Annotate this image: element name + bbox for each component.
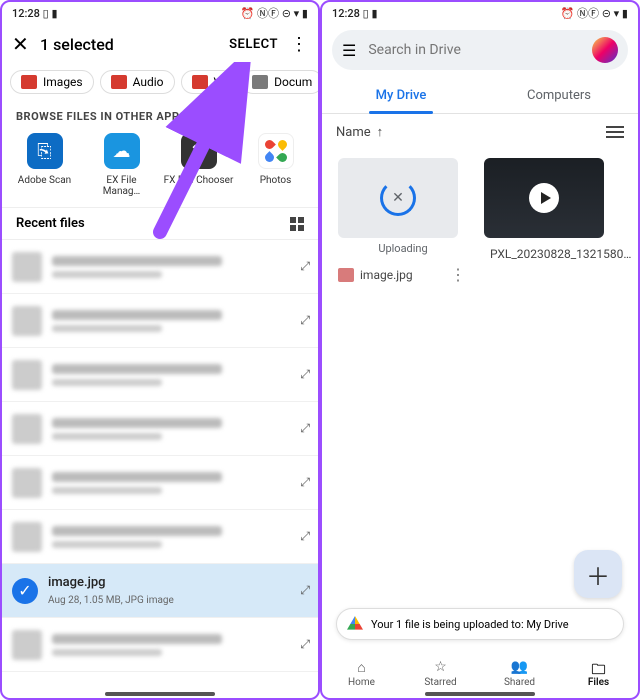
chip-documents[interactable]: Docum — [241, 70, 318, 94]
account-avatar[interactable] — [592, 37, 618, 63]
new-fab[interactable]: ＋ — [574, 550, 622, 598]
selection-count: 1 selected — [40, 35, 229, 54]
picker-header: ✕ 1 selected SELECT ⋮ — [2, 24, 318, 64]
recent-files-header: Recent files — [2, 207, 318, 239]
sort-arrow-icon: ↑ — [377, 124, 384, 140]
expand-icon[interactable]: ⤢ — [300, 313, 308, 328]
search-input[interactable] — [368, 42, 592, 58]
bottom-nav: ⌂Home ☆Starred 👥Shared 🗀Files — [322, 653, 638, 690]
tab-computers[interactable]: Computers — [480, 76, 638, 113]
folder-icon: 🗀 — [569, 659, 629, 675]
file-name: image.jpg — [360, 268, 442, 282]
sort-by: Name — [336, 125, 371, 140]
check-icon: ✓ — [12, 578, 38, 604]
upload-cancel-icon[interactable] — [380, 180, 416, 216]
status-bar: 12:28 ▯ ▮ ⏰ ⓃⒻ ⊝ ▾ ▮ — [2, 2, 318, 24]
app-photos[interactable]: Photos — [241, 133, 311, 197]
chip-audio[interactable]: Audio — [100, 70, 175, 94]
status-left-icons: ▯ ▮ — [43, 7, 58, 20]
upload-thumb — [338, 158, 458, 238]
recent-files-list[interactable]: ⤢ ⤢ ⤢ ⤢ ⤢ ⤢ ✓ image.jpg Aug 28, 1.05 MB,… — [2, 239, 318, 672]
list-item-selected[interactable]: ✓ image.jpg Aug 28, 1.05 MB, JPG image ⤢ — [2, 564, 318, 618]
app-ex-file[interactable]: ☁EX File Manag… — [87, 133, 157, 197]
expand-icon[interactable]: ⤢ — [300, 475, 308, 490]
other-apps-row: ⎘Adobe Scan ☁EX File Manag… ✖FX File Cho… — [2, 129, 318, 207]
nav-files[interactable]: 🗀Files — [569, 659, 629, 688]
file-picker-screen: 12:28 ▯ ▮ ⏰ ⓃⒻ ⊝ ▾ ▮ ✕ 1 selected SELECT… — [0, 0, 320, 700]
audio-icon — [111, 75, 127, 89]
list-item[interactable]: ⤢ — [2, 618, 318, 672]
play-icon — [529, 183, 559, 213]
more-icon[interactable]: ⋮ — [290, 34, 308, 55]
file-meta: Aug 28, 1.05 MB, JPG image — [48, 595, 300, 606]
list-item[interactable]: ⤢ — [2, 402, 318, 456]
menu-icon[interactable]: ☰ — [342, 41, 356, 60]
gesture-bar — [425, 692, 535, 696]
list-item[interactable]: ⤢ — [2, 510, 318, 564]
nav-shared[interactable]: 👥Shared — [490, 659, 550, 688]
drive-icon — [347, 616, 363, 632]
shared-icon: 👥 — [490, 659, 550, 675]
expand-icon[interactable]: ⤢ — [300, 529, 308, 544]
star-icon: ☆ — [411, 659, 471, 675]
sort-row: Name ↑ — [322, 114, 638, 150]
tab-my-drive[interactable]: My Drive — [322, 76, 480, 113]
status-right-icons: ⏰ ⓃⒻ ⊝ ▾ ▮ — [241, 7, 308, 20]
chip-video[interactable]: Vi — [181, 70, 236, 94]
drive-screen: 12:28 ▯ ▮ ⏰ ⓃⒻ ⊝ ▾ ▮ ☰ My Drive Computer… — [320, 0, 640, 700]
adobe-scan-icon: ⎘ — [27, 133, 63, 169]
ex-file-icon: ☁ — [104, 133, 140, 169]
image-file-icon — [338, 268, 354, 282]
status-time: 12:28 — [332, 7, 360, 20]
list-item[interactable]: ⤢ — [2, 240, 318, 294]
close-icon[interactable]: ✕ — [12, 32, 40, 56]
file-name: image.jpg — [48, 575, 300, 590]
item-more-icon[interactable]: ⋮ — [448, 265, 468, 284]
upload-toast: Your 1 file is being uploaded to: My Dri… — [336, 608, 624, 640]
status-time: 12:28 — [12, 7, 40, 20]
home-icon: ⌂ — [332, 659, 392, 675]
expand-icon[interactable]: ⤢ — [300, 259, 308, 274]
gesture-bar — [105, 692, 215, 696]
expand-icon[interactable]: ⤢ — [300, 637, 308, 652]
drive-item-video[interactable]: PXL_20230828_1321580… ⋮ — [484, 158, 614, 284]
list-item[interactable]: ⤢ — [2, 348, 318, 402]
view-list-icon[interactable] — [606, 126, 624, 138]
file-name: PXL_20230828_1321580… — [490, 247, 631, 261]
search-bar[interactable]: ☰ — [332, 30, 628, 70]
expand-icon[interactable]: ⤢ — [300, 367, 308, 382]
chip-images[interactable]: Images — [10, 70, 94, 94]
sort-button[interactable]: Name ↑ — [336, 124, 383, 140]
photos-icon — [258, 133, 294, 169]
upload-caption: Uploading — [338, 242, 468, 255]
drive-item-uploading[interactable]: Uploading image.jpg ⋮ — [338, 158, 468, 284]
view-grid-icon[interactable] — [290, 217, 304, 231]
nav-starred[interactable]: ☆Starred — [411, 659, 471, 688]
list-item[interactable]: ⤢ — [2, 294, 318, 348]
nav-home[interactable]: ⌂Home — [332, 659, 392, 688]
video-thumb — [484, 158, 604, 238]
video-icon — [192, 75, 208, 89]
browse-apps-label: BROWSE FILES IN OTHER APPS — [2, 100, 318, 129]
list-item[interactable]: ⤢ — [2, 456, 318, 510]
select-button[interactable]: SELECT — [229, 37, 278, 52]
expand-icon[interactable]: ⤢ — [300, 583, 308, 598]
drive-items-grid: Uploading image.jpg ⋮ PXL_20230828_13215… — [322, 150, 638, 292]
document-icon — [252, 75, 268, 89]
expand-icon[interactable]: ⤢ — [300, 421, 308, 436]
images-icon — [21, 75, 37, 89]
recent-label: Recent files — [16, 216, 85, 231]
fx-file-icon: ✖ — [181, 133, 217, 169]
status-bar: 12:28 ▯ ▮ ⏰ ⓃⒻ ⊝ ▾ ▮ — [322, 2, 638, 24]
app-adobe-scan[interactable]: ⎘Adobe Scan — [10, 133, 80, 197]
drive-tabs: My Drive Computers — [322, 76, 638, 114]
filter-chips: Images Audio Vi Docum — [2, 64, 318, 100]
app-fx-file[interactable]: ✖FX File Chooser — [164, 133, 234, 197]
toast-text: Your 1 file is being uploaded to: My Dri… — [371, 618, 569, 631]
